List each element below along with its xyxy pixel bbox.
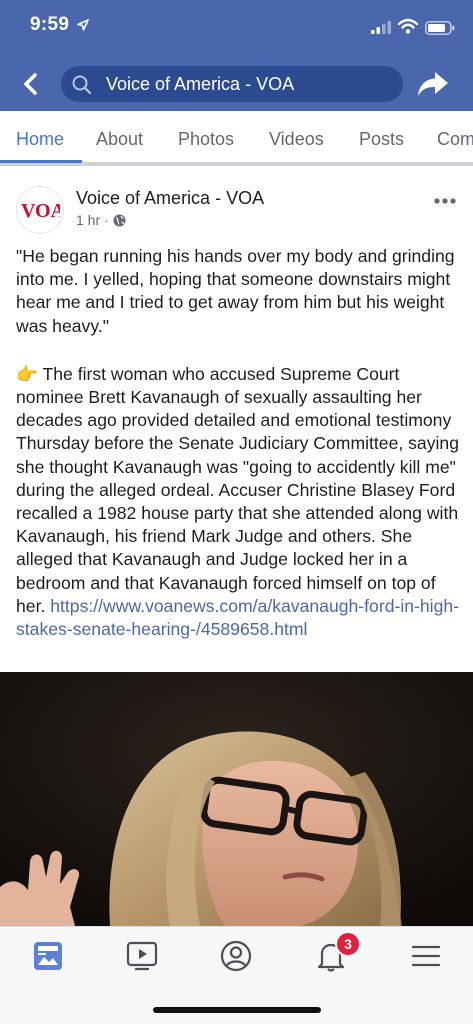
globe-icon (113, 214, 126, 227)
page-name[interactable]: Voice of America - VOA (76, 188, 264, 209)
active-tab-indicator (0, 160, 82, 163)
pointing-hand-icon: 👉 (16, 363, 38, 384)
voa-logo: VOA (21, 200, 60, 221)
post-body: "He began running his hands over my body… (16, 245, 461, 641)
tab-posts[interactable]: Posts (359, 129, 404, 150)
notification-badge: 3 (335, 931, 361, 957)
menu-icon[interactable] (408, 939, 444, 973)
search-icon (72, 75, 92, 95)
post-quote: "He began running his hands over my body… (16, 246, 455, 336)
tab-videos[interactable]: Videos (269, 129, 324, 150)
tab-about[interactable]: About (96, 129, 143, 150)
post-photo[interactable] (0, 672, 473, 926)
status-time: 9:59 (30, 14, 70, 35)
post-body-text: The first woman who accused Supreme Cour… (16, 363, 459, 616)
search-bar[interactable]: Voice of America - VOA (61, 66, 403, 102)
location-arrow-icon (77, 19, 89, 31)
battery-icon (425, 21, 455, 35)
meta-separator: · (104, 212, 109, 228)
wifi-icon (398, 18, 418, 34)
share-icon[interactable] (416, 66, 450, 100)
search-text: Voice of America - VOA (106, 74, 295, 94)
tab-community[interactable]: Com (437, 129, 473, 150)
tab-home[interactable]: Home (16, 129, 64, 150)
page-tabs: Home About Photos Videos Posts Com (0, 111, 473, 166)
article-link[interactable]: https://www.voanews.com/a/kavanaugh-ford… (16, 596, 459, 639)
page-avatar[interactable]: VOA (16, 186, 64, 234)
post-time[interactable]: 1 hr (76, 212, 100, 228)
app-header: 9:59 Voice of America - VOA (0, 0, 473, 111)
back-icon[interactable] (18, 70, 44, 98)
home-indicator[interactable] (153, 1007, 321, 1013)
post-meta: 1 hr · (76, 212, 126, 228)
profile-icon[interactable] (218, 939, 254, 973)
svg-text:VOA: VOA (21, 200, 60, 221)
tab-photos[interactable]: Photos (178, 129, 234, 150)
news-feed-icon[interactable] (30, 939, 66, 973)
more-options-icon[interactable] (434, 198, 456, 204)
signal-icon (371, 21, 391, 34)
photo-woman-image (0, 672, 473, 926)
post-paragraph: 👉 The first woman who accused Supreme Co… (16, 363, 461, 641)
watch-video-icon[interactable] (124, 939, 160, 973)
